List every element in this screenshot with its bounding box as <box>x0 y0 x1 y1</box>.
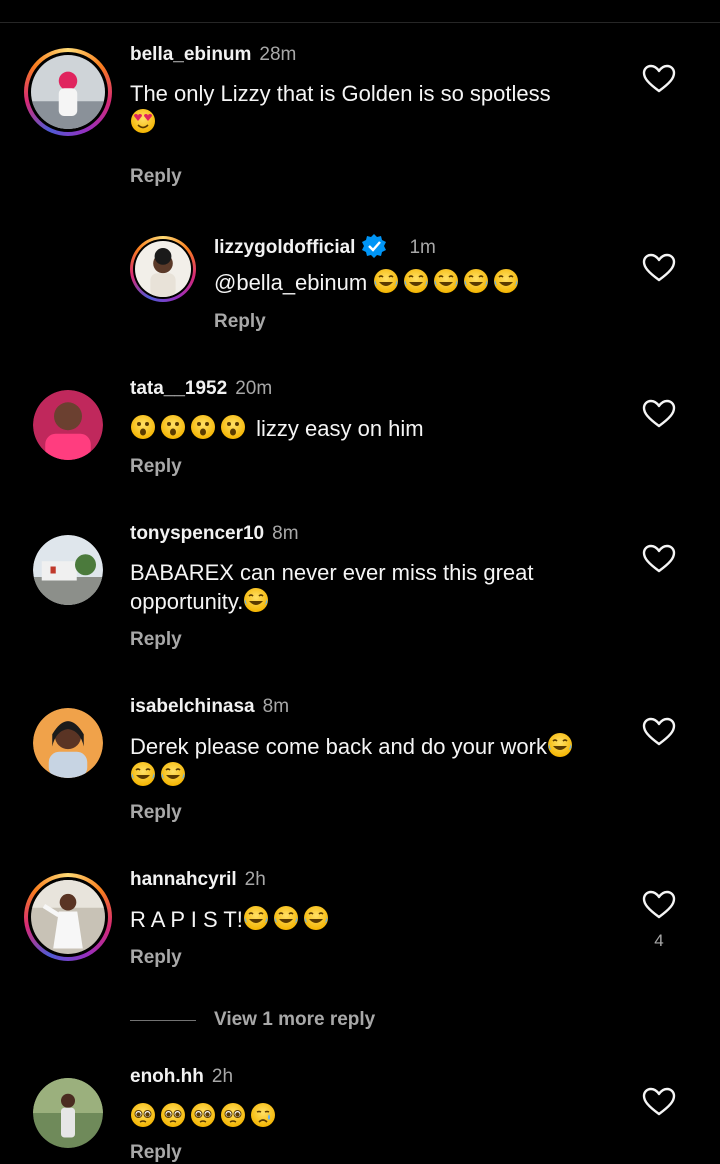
comment-text: BABAREX can never ever miss this great o… <box>130 559 610 616</box>
comment-username[interactable]: hannahcyril 2h <box>130 869 266 891</box>
pleading-emoji-icon <box>130 1102 156 1128</box>
crying-emoji-icon <box>250 1102 276 1128</box>
comment-body: lizzy easy on him <box>256 416 424 441</box>
username-text[interactable]: tata__1952 <box>130 378 227 399</box>
pleading-emoji-icon <box>160 1102 186 1128</box>
timestamp: 1m <box>409 237 436 258</box>
astonished-emoji-icon <box>131 415 155 439</box>
joy-emoji-icon <box>547 732 573 758</box>
avatar[interactable] <box>33 535 103 605</box>
comment-body: The only Lizzy that is Golden is so spot… <box>130 81 551 106</box>
comment-body: R A P I S T! <box>130 907 243 932</box>
avatar[interactable] <box>33 390 103 460</box>
comment-text: @bella_ebinum <box>214 268 614 297</box>
mention-link[interactable]: @bella_ebinum <box>214 270 367 295</box>
joy-emoji-icon <box>273 905 299 931</box>
reply-button[interactable]: Reply <box>130 947 182 969</box>
joy-emoji-icon <box>243 587 270 613</box>
avatar[interactable] <box>130 236 196 302</box>
view-more-replies-button[interactable]: View 1 more reply <box>214 1009 375 1031</box>
comment-username[interactable]: lizzygoldofficial 1m <box>214 233 436 259</box>
username-text[interactable]: isabelchinasa <box>130 696 255 717</box>
astonished-emoji-icon <box>161 415 185 439</box>
timestamp: 8m <box>272 523 299 544</box>
comment-username[interactable]: bella_ebinum 28m <box>130 44 296 66</box>
comment-body-line2: opportunity. <box>130 589 244 614</box>
avatar[interactable] <box>24 873 112 961</box>
comment-text: R A P I S T! <box>130 905 610 934</box>
joy-emoji-icon <box>493 268 520 294</box>
top-divider <box>0 22 720 23</box>
comment-text: lizzy easy on him <box>130 414 610 443</box>
view-replies-divider <box>130 1020 196 1021</box>
like-heart-icon[interactable] <box>642 399 676 429</box>
astonished-emoji-icon <box>221 415 245 439</box>
reply-button[interactable]: Reply <box>130 629 182 651</box>
astonished-emoji-icon <box>191 415 215 439</box>
reply-button[interactable]: Reply <box>130 166 182 188</box>
like-heart-icon[interactable] <box>642 544 676 574</box>
comment-username[interactable]: tata__1952 20m <box>130 378 272 400</box>
avatar[interactable] <box>24 48 112 136</box>
timestamp: 2h <box>244 869 266 890</box>
like-count: 4 <box>654 931 664 950</box>
reply-button[interactable]: Reply <box>130 802 182 824</box>
joy-emoji-icon <box>243 905 269 931</box>
reply-button[interactable]: Reply <box>130 1142 182 1164</box>
pleading-emoji-icon <box>190 1102 216 1128</box>
joy-emoji-icon <box>130 761 156 787</box>
joy-emoji-icon <box>160 761 186 787</box>
like-heart-icon[interactable] <box>642 717 676 747</box>
like-heart-icon[interactable] <box>642 890 676 920</box>
joy-emoji-icon <box>463 268 490 294</box>
comment-username[interactable]: tonyspencer10 8m <box>130 523 299 545</box>
reply-button[interactable]: Reply <box>130 456 182 478</box>
comment-text: Derek please come back and do your work <box>130 732 630 790</box>
pleading-emoji-icon <box>220 1102 246 1128</box>
reply-button[interactable]: Reply <box>214 311 266 333</box>
comment-body: BABAREX can never ever miss this great <box>130 560 534 585</box>
comment-body: Derek please come back and do your work <box>130 734 547 759</box>
joy-emoji-icon <box>373 268 400 294</box>
timestamp: 8m <box>262 696 290 717</box>
username-text[interactable]: tonyspencer10 <box>130 523 264 544</box>
username-text[interactable]: enoh.hh <box>130 1066 204 1087</box>
like-heart-icon[interactable] <box>642 1087 676 1117</box>
comment-username[interactable]: isabelchinasa 8m <box>130 696 289 718</box>
joy-emoji-icon <box>303 905 329 931</box>
joy-emoji-icon <box>403 268 430 294</box>
comment-username[interactable]: enoh.hh 2h <box>130 1066 233 1088</box>
like-heart-icon[interactable] <box>642 253 676 283</box>
username-text[interactable]: lizzygoldofficial <box>214 237 355 258</box>
verified-badge-icon <box>362 234 387 258</box>
comment-text <box>130 1102 610 1131</box>
timestamp: 2h <box>211 1066 234 1087</box>
avatar[interactable] <box>33 1078 103 1148</box>
username-text[interactable]: hannahcyril <box>130 869 237 890</box>
heart-eyes-emoji-icon <box>130 108 156 134</box>
like-heart-icon[interactable] <box>642 64 676 94</box>
username-text[interactable]: bella_ebinum <box>130 44 251 65</box>
joy-emoji-icon <box>433 268 460 294</box>
timestamp: 20m <box>235 378 273 399</box>
timestamp: 28m <box>259 44 297 65</box>
comment-text: The only Lizzy that is Golden is so spot… <box>130 80 610 137</box>
avatar[interactable] <box>33 708 103 778</box>
